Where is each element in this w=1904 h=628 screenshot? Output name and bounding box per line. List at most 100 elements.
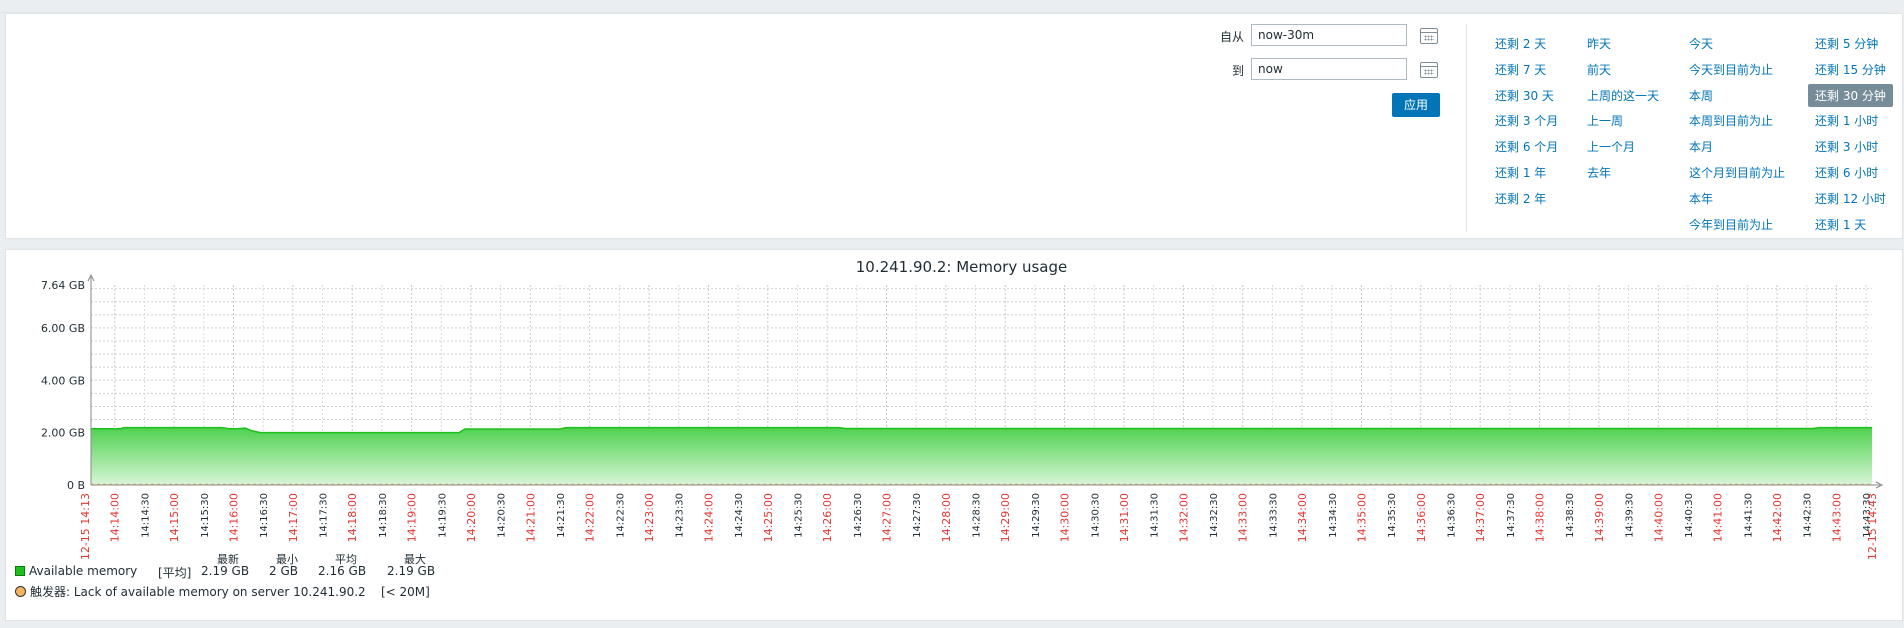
x-tick-label: 14:36:00 [1415,493,1428,542]
x-tick-label: 14:16:00 [227,493,240,542]
to-calendar-icon[interactable] [1420,62,1438,78]
stat-value-max: 2.19 GB [387,564,436,578]
x-tick-label: 14:32:00 [1177,493,1190,542]
quick-range-3-3[interactable]: 还剩 1 小时 [1815,112,1878,129]
quick-range-1-4[interactable]: 上一个月 [1587,138,1635,155]
x-tick-label: 14:33:00 [1237,493,1250,542]
x-tick-label: 14:42:30 [1803,493,1814,538]
x-tick-label: 14:26:00 [821,493,834,542]
series-swatch [15,566,25,576]
y-tick-label: 2.00 GB [41,427,85,440]
quick-range-1-2[interactable]: 上周的这一天 [1587,87,1659,104]
x-tick-label: 14:33:30 [1268,493,1279,538]
x-tick-label: 14:41:00 [1712,493,1725,542]
legend-series: Available memory [15,564,137,578]
quick-range-0-6[interactable]: 还剩 2 年 [1495,190,1546,207]
quick-range-0-4[interactable]: 还剩 6 个月 [1495,138,1558,155]
from-label: 自从 [1219,30,1244,44]
chart-title: 10.241.90.2: Memory usage [856,258,1068,276]
quick-range-3-4[interactable]: 还剩 3 小时 [1815,138,1878,155]
x-tick-label: 14:37:00 [1474,493,1487,542]
x-tick-label: 14:26:30 [853,493,864,538]
x-tick-label: 14:41:30 [1743,493,1754,538]
x-tick-label: 14:15:30 [200,493,211,538]
x-tick-label: 14:39:00 [1593,493,1606,542]
y-tick-label: 0 B [67,479,85,492]
legend-trigger: 触发器: Lack of available memory on server … [15,583,430,600]
quick-range-2-5[interactable]: 这个月到目前为止 [1689,164,1785,181]
quick-range-2-3[interactable]: 本周到目前为止 [1689,112,1773,129]
x-tick-label: 14:23:00 [643,493,656,542]
x-tick-label: 14:35:30 [1387,493,1398,538]
y-tick-label: 4.00 GB [41,374,85,387]
quick-range-0-2[interactable]: 还剩 30 天 [1495,87,1554,104]
x-tick-label: 14:27:30 [912,493,923,538]
x-end-label: 12-15 14:43 [1866,493,1879,560]
quick-range-2-6[interactable]: 本年 [1689,190,1713,207]
to-input[interactable] [1251,58,1407,80]
quick-range-1-0[interactable]: 昨天 [1587,35,1611,52]
x-tick-label: 14:16:30 [259,493,270,538]
quick-range-1-3[interactable]: 上一周 [1587,112,1623,129]
apply-button[interactable]: 应用 [1392,93,1440,117]
x-tick-label: 14:31:30 [1150,493,1161,538]
x-start-label: 12-15 14:13 [79,493,92,560]
x-tick-label: 14:18:00 [346,493,359,542]
top-strip [0,0,1888,13]
x-tick-label: 14:21:30 [556,493,567,538]
y-tick-label: 6.00 GB [41,322,85,335]
x-tick-label: 14:25:00 [762,493,775,542]
stat-value-min: 2 GB [269,564,298,578]
x-tick-label: 14:37:30 [1506,493,1517,538]
quick-range-2-4[interactable]: 本月 [1689,138,1713,155]
quick-range-3-0[interactable]: 还剩 5 分钟 [1815,35,1878,52]
from-calendar-icon[interactable] [1420,28,1438,44]
trigger-text: Lack of available memory on server 10.24… [73,585,366,599]
x-tick-label: 14:17:30 [319,493,330,538]
x-tick-label: 14:25:30 [793,493,804,538]
series-area-0 [91,427,1872,485]
x-tick-label: 14:14:30 [140,493,151,538]
quick-range-3-5[interactable]: 还剩 6 小时 [1815,164,1878,181]
divider [1466,24,1467,232]
quick-range-1-1[interactable]: 前天 [1587,61,1611,78]
x-tick-label: 14:20:00 [465,493,478,542]
quick-range-0-5[interactable]: 还剩 1 年 [1495,164,1546,181]
x-tick-label: 14:24:30 [734,493,745,538]
x-tick-label: 14:32:30 [1209,493,1220,538]
quick-range-2-1[interactable]: 今天到目前为止 [1689,61,1773,78]
quick-range-2-7[interactable]: 今年到目前为止 [1689,216,1773,233]
stat-value-last: 2.19 GB [201,564,250,578]
to-label: 到 [1231,64,1244,78]
x-tick-label: 14:22:00 [584,493,597,542]
x-tick-label: 14:30:30 [1090,493,1101,538]
quick-range-1-5[interactable]: 去年 [1587,164,1611,181]
x-tick-label: 14:19:00 [406,493,419,542]
quick-range-2-0[interactable]: 今天 [1689,35,1713,52]
time-filter-panel: 自从 到 应用 还剩 2 天还剩 7 天还剩 30 天还剩 3 个月还剩 6 个… [5,13,1903,239]
x-tick-label: 14:24:00 [702,493,715,542]
x-tick-label: 14:31:00 [1118,493,1131,542]
quick-range-3-7[interactable]: 还剩 1 天 [1815,216,1866,233]
x-tick-label: 14:34:30 [1328,493,1339,538]
quick-range-0-1[interactable]: 还剩 7 天 [1495,61,1546,78]
trigger-swatch [15,586,26,597]
x-tick-label: 14:34:00 [1296,493,1309,542]
quick-range-3-1[interactable]: 还剩 15 分钟 [1815,61,1886,78]
quick-range-2-2[interactable]: 本周 [1689,87,1713,104]
quick-range-3-2[interactable]: 还剩 30 分钟 [1808,83,1893,107]
x-tick-label: 14:21:00 [524,493,537,542]
from-input[interactable] [1251,24,1407,46]
x-tick-label: 14:28:00 [940,493,953,542]
x-tick-label: 14:42:00 [1771,493,1784,542]
x-tick-label: 14:29:00 [999,493,1012,542]
quick-range-0-0[interactable]: 还剩 2 天 [1495,35,1546,52]
x-tick-label: 14:38:00 [1534,493,1547,542]
x-tick-label: 14:35:00 [1355,493,1368,542]
graph-panel: 10.241.90.2: Memory usage 0 B 2.00 GB 4.00 … [5,249,1903,621]
x-tick-label: 14:17:00 [287,493,300,542]
quick-range-0-3[interactable]: 还剩 3 个月 [1495,112,1558,129]
quick-range-3-6[interactable]: 还剩 12 小时 [1815,190,1886,207]
legend-func: [平均] [158,566,192,580]
stat-value-avg: 2.16 GB [318,564,367,578]
